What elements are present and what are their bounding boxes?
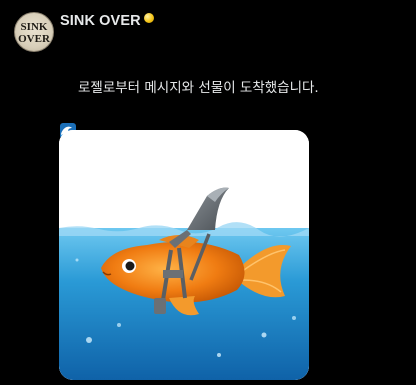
author-avatar[interactable]: SINK OVER bbox=[14, 12, 54, 52]
avatar-text-bottom: OVER bbox=[18, 33, 51, 45]
post: SINK OVER SINK OVER 로젤로부터 메시지와 선물이 도착했습니… bbox=[0, 0, 416, 385]
goldfish-with-shark-fin-image bbox=[59, 130, 309, 380]
gold-badge-icon bbox=[143, 13, 154, 23]
post-image[interactable] bbox=[59, 130, 309, 380]
post-line-1: 로젤로부터 메시지와 선물이 도착했습니다. bbox=[60, 78, 410, 139]
post-line-1-text: 로젤로부터 메시지와 선물이 도착했습니다. bbox=[78, 80, 319, 96]
water-wave-icon bbox=[60, 81, 76, 139]
author-name[interactable]: SINK OVER bbox=[60, 13, 141, 29]
avatar-text-top: SINK bbox=[21, 21, 48, 33]
author-row: SINK OVER bbox=[60, 11, 154, 31]
avatar-logo: SINK OVER bbox=[18, 21, 51, 45]
